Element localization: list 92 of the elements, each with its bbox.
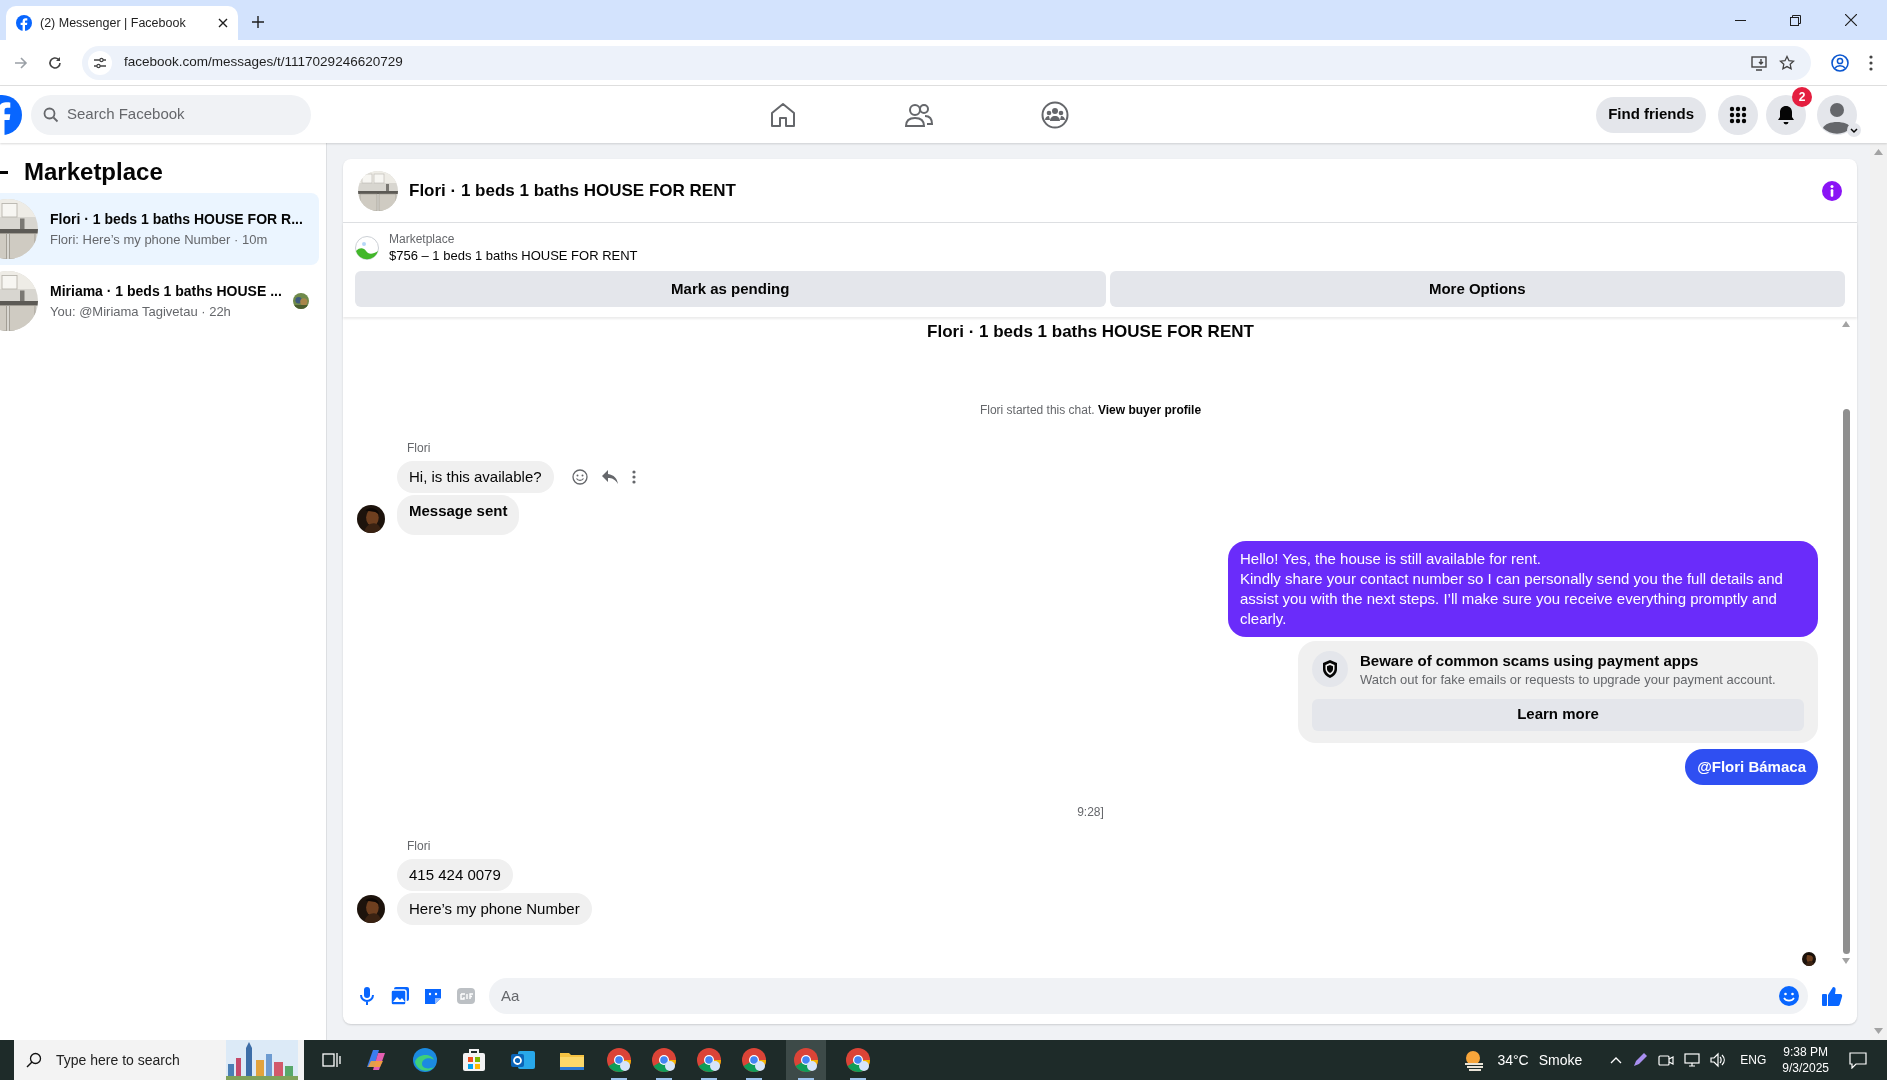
scroll-thumb[interactable] bbox=[1842, 409, 1850, 954]
round-browser-icon[interactable] bbox=[696, 1047, 722, 1073]
thread-title: Flori · 1 beds 1 baths HOUSE FOR RENT bbox=[927, 321, 1254, 343]
chat-started-text: Flori started this chat. bbox=[979, 402, 1096, 417]
round-browser-icon[interactable] bbox=[793, 1047, 819, 1073]
close-icon[interactable] bbox=[218, 18, 228, 28]
round-browser-icon[interactable] bbox=[606, 1047, 632, 1073]
bell-icon bbox=[1777, 104, 1795, 125]
conversation-preview: Flori: Here’s my phone Number · 10m bbox=[50, 230, 269, 249]
facebook-logo-icon bbox=[16, 15, 32, 31]
chevron-up-icon[interactable] bbox=[1610, 1056, 1623, 1064]
home-icon[interactable] bbox=[769, 101, 797, 128]
menu-icon[interactable] bbox=[1869, 54, 1873, 71]
image-icon[interactable] bbox=[390, 986, 410, 1006]
more-options-icon[interactable] bbox=[631, 469, 636, 484]
round-browser-icon[interactable] bbox=[741, 1047, 767, 1073]
conversation-title: Miriama · 1 beds 1 baths HOUSE ... bbox=[50, 281, 281, 301]
message-bubble: Hello! Yes, the house is still available for rent. Kindly share your contact number so I can personally send you the full details and assist you with the next steps. I’ll make sure you receive everything promptly and clearly. bbox=[1228, 540, 1818, 637]
temperature-text: 34°C bbox=[1497, 1050, 1529, 1070]
sticker-icon[interactable] bbox=[423, 986, 443, 1006]
message-bubble: 415 424 0079 bbox=[397, 858, 513, 891]
emoji-icon[interactable] bbox=[1778, 985, 1800, 1007]
weather-text: Smoke bbox=[1538, 1050, 1583, 1070]
install-app-icon[interactable] bbox=[1751, 54, 1767, 71]
url-text: facebook.com/messages/t/1117029246620729 bbox=[124, 53, 404, 72]
thumbs-up-icon[interactable] bbox=[1821, 985, 1843, 1007]
sender-name: Flori bbox=[407, 440, 431, 455]
search-input[interactable]: Search Facebook bbox=[67, 103, 299, 126]
chat-title: Flori · 1 beds 1 baths HOUSE FOR RENT bbox=[409, 179, 737, 202]
warning-title: Beware of common scams using payment apps bbox=[1360, 650, 1700, 671]
back-icon[interactable] bbox=[0, 170, 8, 174]
round-browser-icon[interactable] bbox=[845, 1047, 871, 1073]
taskbar-search-field[interactable]: Type here to search bbox=[14, 1040, 304, 1080]
wave-browser-icon[interactable] bbox=[410, 1045, 440, 1075]
search-icon bbox=[26, 1052, 42, 1068]
new-tab-icon[interactable] bbox=[252, 16, 264, 28]
notifications-button[interactable] bbox=[1766, 94, 1806, 135]
star-icon[interactable] bbox=[1779, 54, 1795, 71]
shield-icon bbox=[1312, 650, 1348, 687]
message-timestamp: 9:28] bbox=[1077, 803, 1104, 821]
caret-icon[interactable] bbox=[1847, 122, 1861, 137]
tab-title: (2) Messenger | Facebook bbox=[40, 14, 187, 32]
reply-icon[interactable] bbox=[601, 469, 618, 484]
search-field[interactable]: Search Facebook bbox=[31, 94, 311, 135]
learn-more-button[interactable]: Learn more bbox=[1312, 698, 1804, 731]
buyer-profile-link[interactable]: View buyer profile bbox=[1097, 402, 1202, 417]
conversation-title: Flori · 1 beds 1 baths HOUSE FOR R... bbox=[50, 209, 304, 229]
message-bubble: Here’s my phone Number bbox=[397, 892, 592, 925]
address-bar[interactable]: facebook.com/messages/t/1117029246620729 bbox=[82, 45, 1811, 80]
message-bubble: @Flori Bámaca bbox=[1685, 748, 1818, 785]
camera-icon[interactable] bbox=[1658, 1052, 1675, 1068]
warning-text: Watch out for fake emails or requests to upgrade your payment account. bbox=[1360, 670, 1776, 689]
search-icon bbox=[43, 106, 59, 123]
microphone-icon[interactable] bbox=[357, 986, 377, 1006]
emoji-icon[interactable] bbox=[571, 468, 588, 485]
groups-icon[interactable] bbox=[1041, 100, 1069, 129]
sender-name: Flori bbox=[407, 838, 431, 853]
listing-title[interactable]: $756 – 1 beds 1 baths HOUSE FOR RENT bbox=[389, 247, 638, 265]
language-indicator[interactable]: ENG bbox=[1740, 1051, 1767, 1069]
conversation-item[interactable]: Flori · 1 beds 1 baths HOUSE FOR R... Flori: Here’s my phone Number · 10m bbox=[0, 193, 319, 265]
account-avatar-icon[interactable] bbox=[1817, 94, 1857, 135]
action-button[interactable]: Mark as pending bbox=[355, 271, 1106, 307]
grid-icon bbox=[1729, 105, 1747, 124]
listing-thumbnail-icon bbox=[355, 236, 379, 260]
clock-time[interactable]: 9:38 PM bbox=[1783, 1044, 1828, 1060]
pen-icon[interactable] bbox=[1632, 1052, 1649, 1068]
clock-date[interactable]: 9/3/2025 bbox=[1782, 1060, 1829, 1076]
conversation-preview: You: @Miriama Tagivetau · 22h bbox=[50, 302, 232, 321]
friends-icon[interactable] bbox=[905, 101, 933, 128]
browser-tab[interactable]: (2) Messenger | Facebook bbox=[6, 6, 238, 40]
message-input[interactable]: Aa bbox=[489, 978, 1808, 1014]
profile-icon[interactable] bbox=[1831, 53, 1849, 72]
message-bubble: Message sent bbox=[397, 494, 520, 535]
info-icon[interactable] bbox=[1822, 180, 1842, 201]
network-icon[interactable] bbox=[1684, 1052, 1701, 1068]
menu-button[interactable] bbox=[1718, 94, 1758, 135]
message-bubble: Hi, is this available? bbox=[397, 460, 554, 493]
listing-label: Marketplace bbox=[389, 231, 456, 247]
volume-icon[interactable] bbox=[1710, 1052, 1727, 1068]
reload-icon[interactable] bbox=[48, 55, 62, 70]
close-icon[interactable] bbox=[1845, 14, 1857, 26]
notifications-icon[interactable] bbox=[1849, 1051, 1867, 1069]
round-browser-icon[interactable] bbox=[651, 1047, 677, 1073]
taskbar-search-input[interactable]: Type here to search bbox=[56, 1049, 216, 1071]
site-info-icon[interactable] bbox=[88, 50, 112, 75]
find-friends-button[interactable]: Find friends bbox=[1596, 96, 1706, 133]
notification-badge: 2 bbox=[1792, 86, 1812, 107]
action-button[interactable]: More Options bbox=[1109, 271, 1845, 307]
forward-icon[interactable] bbox=[14, 55, 28, 70]
message-text-input[interactable]: Aa bbox=[501, 984, 1778, 1008]
restore-icon[interactable] bbox=[1790, 14, 1801, 26]
sidebar-title: Marketplace bbox=[24, 157, 163, 187]
